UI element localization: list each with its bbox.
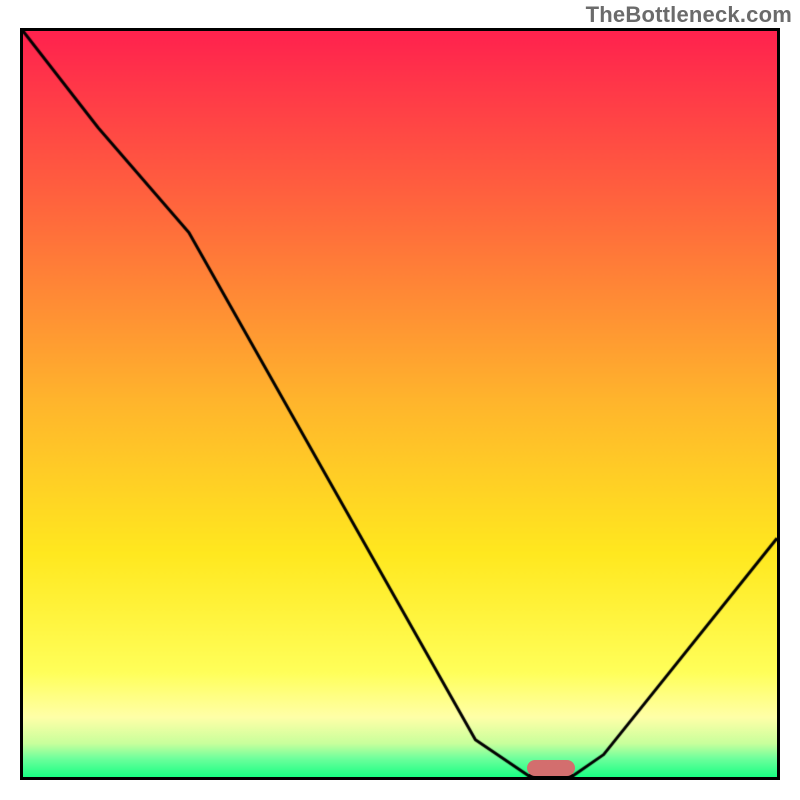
chart-container: TheBottleneck.com bbox=[0, 0, 800, 800]
plot-area bbox=[20, 28, 780, 780]
optimal-marker bbox=[527, 760, 575, 776]
watermark-text: TheBottleneck.com bbox=[586, 2, 792, 28]
bottleneck-curve bbox=[23, 31, 777, 777]
